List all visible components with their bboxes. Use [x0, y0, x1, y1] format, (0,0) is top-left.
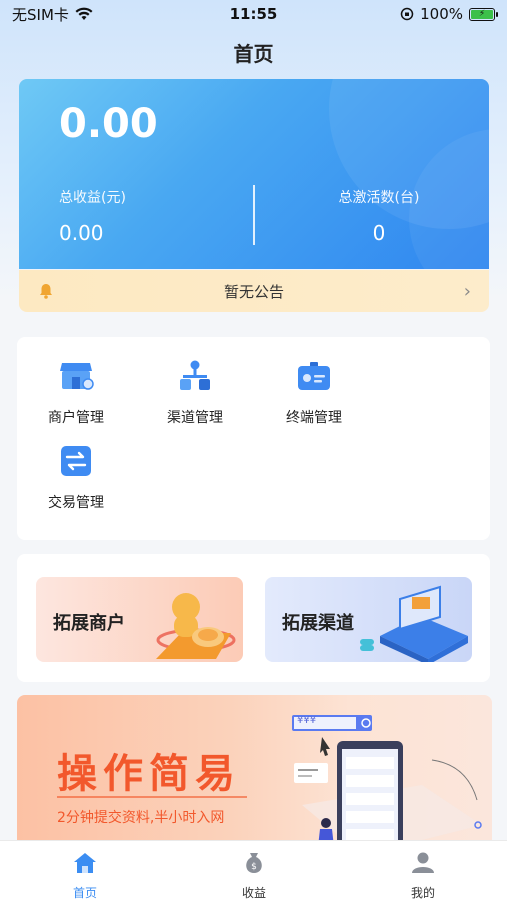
- status-bar: 无SIM卡 11:55 100% ⚡: [0, 0, 507, 28]
- menu-item-label: 交易管理: [48, 495, 104, 511]
- menu-item-channel[interactable]: 渠道管理: [140, 359, 250, 427]
- clock: 11:55: [229, 5, 278, 23]
- earnings-summary-card: 0.00 总收益(元) 0.00 总激活数(台) 0: [19, 79, 489, 269]
- store-icon: [60, 363, 94, 390]
- page-title: 首页: [233, 42, 274, 66]
- total-activations-value: 0: [372, 221, 386, 245]
- carrier-label: 无SIM卡: [12, 5, 69, 24]
- total-activations-label: 总激活数(台): [338, 190, 420, 206]
- menu-item-label: 终端管理: [286, 410, 342, 426]
- expand-merchant-tile[interactable]: 拓展商户: [36, 577, 243, 662]
- bell-icon: [40, 284, 52, 299]
- home-icon: [74, 853, 96, 873]
- promo-banner[interactable]: 操作简易 2分钟提交资料,半小时入网 ¥¥¥: [17, 695, 492, 855]
- menu-item-transaction[interactable]: 交易管理: [21, 444, 131, 512]
- channel-illustration: [360, 585, 468, 662]
- menu-item-merchant[interactable]: 商户管理: [21, 359, 131, 427]
- profile-icon: [412, 852, 434, 873]
- battery-icon: ⚡: [469, 7, 498, 21]
- function-menu: 商户管理 渠道管理 终端管理 交易管理: [17, 337, 490, 540]
- tab-label: 收益: [241, 886, 266, 900]
- terminal-card-icon: [298, 362, 330, 390]
- banner-subtitle: 2分钟提交资料,半小时入网: [57, 810, 225, 826]
- banner-search-text: ¥¥¥: [297, 715, 317, 726]
- expand-merchant-label: 拓展商户: [53, 613, 125, 634]
- channel-icon: [180, 360, 210, 390]
- tab-earnings[interactable]: $ 收益: [214, 851, 294, 900]
- expand-channel-tile[interactable]: 拓展渠道: [265, 577, 472, 662]
- merchant-illustration: [156, 593, 236, 659]
- money-bag-icon: $: [246, 853, 262, 873]
- banner-title: 操作简易: [57, 751, 241, 797]
- menu-item-label: 渠道管理: [167, 410, 223, 426]
- banner-illustration: [292, 715, 482, 855]
- home-page: 无SIM卡 11:55 100% ⚡ 首页 0.00 总收益(元) 0.00 总…: [0, 0, 507, 900]
- orientation-lock-icon: [400, 7, 414, 21]
- balance-value: 0.00: [59, 101, 158, 147]
- total-income-stat: 总收益(元) 0.00: [59, 187, 126, 245]
- menu-item-terminal[interactable]: 终端管理: [259, 359, 369, 427]
- announcement-text: 暂无公告: [223, 282, 284, 301]
- svg-text:$: $: [251, 862, 257, 872]
- promo-section: 拓展商户 拓展渠道: [17, 554, 490, 682]
- announcement-bar[interactable]: 暂无公告 ›: [19, 270, 489, 312]
- expand-channel-label: 拓展渠道: [282, 613, 354, 634]
- bottom-tab-bar: 首页 $ 收益 我的: [0, 840, 507, 900]
- tab-label: 首页: [72, 886, 97, 900]
- stat-divider: [253, 185, 255, 245]
- total-income-label: 总收益(元): [59, 190, 126, 206]
- tab-profile[interactable]: 我的: [383, 851, 463, 900]
- menu-item-label: 商户管理: [48, 410, 104, 426]
- wifi-icon: [75, 7, 93, 20]
- tab-label: 我的: [410, 886, 435, 900]
- banner-underline: [57, 796, 247, 798]
- tab-home[interactable]: 首页: [45, 851, 125, 900]
- transaction-icon: [61, 446, 91, 476]
- total-activations-stat: 总激活数(台) 0: [309, 187, 449, 245]
- battery-percent: 100%: [420, 5, 463, 23]
- chevron-right-icon: ›: [463, 281, 471, 302]
- total-income-value: 0.00: [59, 221, 104, 245]
